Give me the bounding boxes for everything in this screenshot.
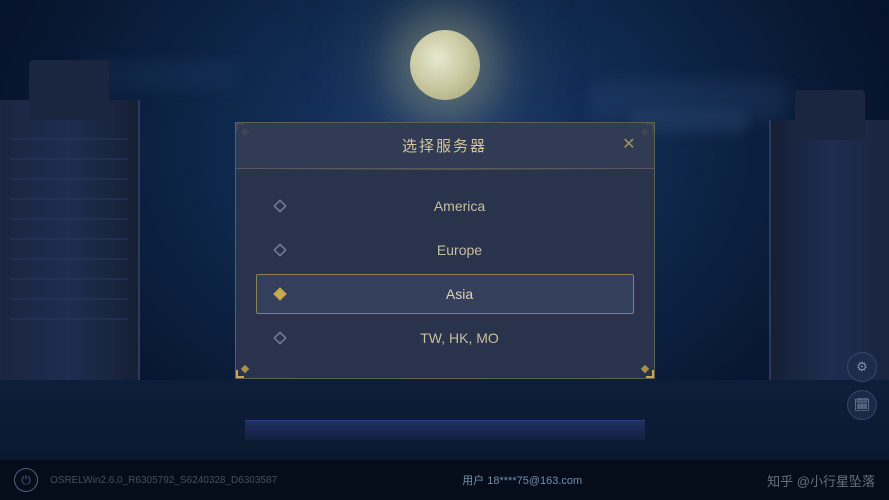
server-item-asia[interactable]: Asia xyxy=(256,274,634,314)
bottom-right: 知乎 @小行星坠落 xyxy=(767,471,875,490)
corner-decoration-br xyxy=(634,358,656,380)
version-text: OSRELWin2.6.0_R6305792_S6240328_D6303587 xyxy=(50,475,277,486)
diamond-icon-america xyxy=(273,199,287,213)
server-name-asia: Asia xyxy=(303,286,617,302)
diamond-icon-twhkmo xyxy=(273,331,287,345)
user-account: 18****75@163.com xyxy=(487,475,582,487)
bottom-left: ⏻ OSRELWin2.6.0_R6305792_S6240328_D63035… xyxy=(14,468,277,492)
close-button[interactable]: ✕ xyxy=(618,135,639,155)
server-item-twhkmo[interactable]: TW, HK, MO xyxy=(256,318,634,358)
dialog-title: 选择服务器 xyxy=(402,135,487,156)
diamond-icon-europe xyxy=(273,243,287,257)
bottom-bar: ⏻ OSRELWin2.6.0_R6305792_S6240328_D63035… xyxy=(0,460,889,500)
user-label: 用户 xyxy=(462,475,484,487)
diamond-icon-asia xyxy=(273,287,287,301)
corner-decoration-bl xyxy=(234,358,256,380)
server-item-america[interactable]: America xyxy=(256,186,634,226)
server-name-america: America xyxy=(303,198,617,214)
server-item-europe[interactable]: Europe xyxy=(256,230,634,270)
server-name-twhkmo: TW, HK, MO xyxy=(303,330,617,346)
dialog-overlay: 选择服务器 ✕ America Europe xyxy=(0,0,889,500)
watermark-text: 知乎 @小行星坠落 xyxy=(767,471,875,490)
server-select-dialog: 选择服务器 ✕ America Europe xyxy=(235,122,655,379)
server-list: America Europe Asia TW, HK, MO xyxy=(236,170,654,378)
user-info: 用户 18****75@163.com xyxy=(462,472,582,488)
dialog-title-bar: 选择服务器 ✕ xyxy=(236,123,654,169)
power-button[interactable]: ⏻ xyxy=(14,468,38,492)
server-name-europe: Europe xyxy=(303,242,617,258)
